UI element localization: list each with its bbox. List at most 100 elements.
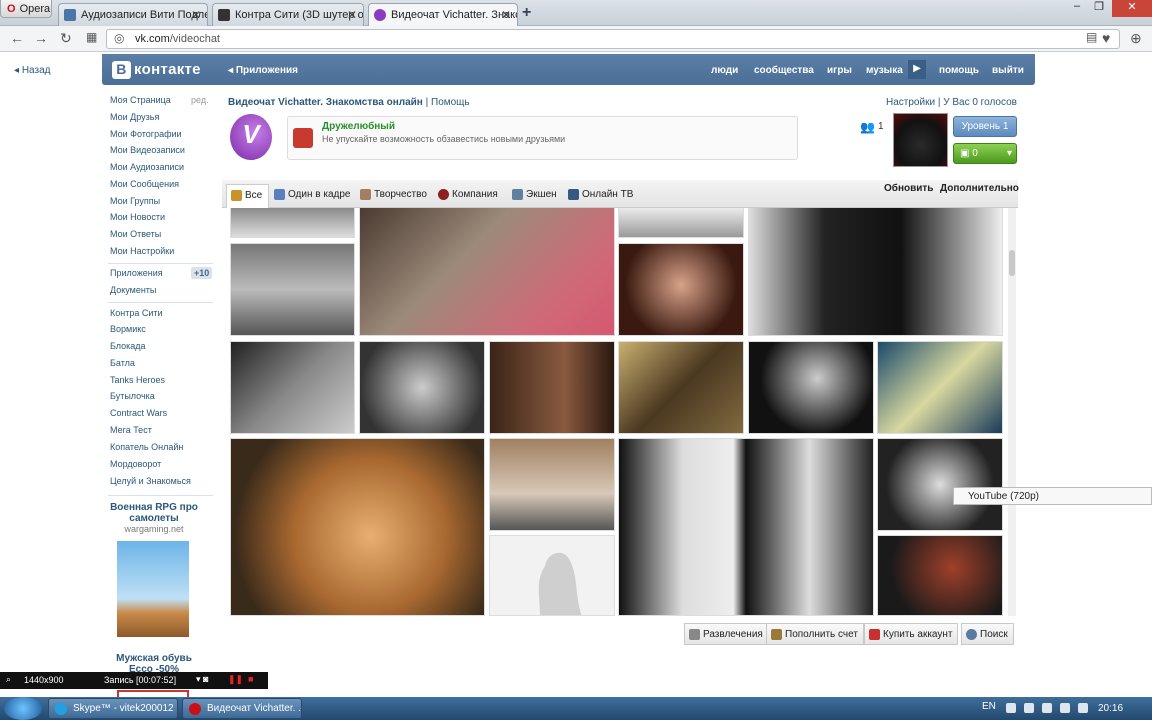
game-link[interactable]: Мордоворот (110, 459, 161, 469)
video-tile[interactable] (618, 438, 874, 616)
settings-link[interactable]: Настройки (886, 97, 935, 108)
nav-communities[interactable]: сообщества (754, 65, 814, 76)
buy-account-button[interactable]: Купить аккаунт (864, 623, 959, 645)
game-link[interactable]: Tanks Heroes (110, 375, 165, 385)
coins-button[interactable]: ▣ 0 ▾ (953, 143, 1017, 164)
network-icon[interactable] (1042, 703, 1052, 713)
zoom-icon[interactable]: ⌕ (6, 674, 11, 685)
video-tile[interactable] (230, 438, 485, 616)
game-link[interactable]: Вормикс (110, 324, 146, 334)
video-tile[interactable] (489, 341, 615, 434)
clock[interactable]: 20:16 (1098, 703, 1123, 714)
search-button[interactable]: Поиск (961, 623, 1014, 645)
heart-icon[interactable]: ♥ (1102, 30, 1110, 46)
nav-help[interactable]: помощь (939, 65, 979, 76)
scrollbar-thumb[interactable] (1009, 250, 1015, 276)
nav-logout[interactable]: выйти (992, 65, 1024, 76)
nav-games[interactable]: игры (827, 65, 852, 76)
app-title[interactable]: Видеочат Vichatter. Знакомства онлайн (228, 97, 423, 108)
menu-friends[interactable]: Мои Друзья (110, 112, 159, 122)
video-tile[interactable] (230, 208, 355, 238)
opera-menu-button[interactable]: O Opera (0, 0, 52, 18)
video-tile[interactable] (359, 208, 615, 336)
video-tile[interactable] (618, 208, 744, 238)
menu-audio[interactable]: Мои Аудиозаписи (110, 162, 184, 172)
vk-logo[interactable]: Вконтакте (112, 61, 201, 79)
close-icon[interactable]: ✕ (191, 8, 201, 22)
menu-groups[interactable]: Мои Группы (110, 196, 160, 206)
download-icon[interactable]: ⊕ (1130, 30, 1142, 47)
new-tab-button[interactable]: + (522, 4, 531, 22)
speed-dial-icon[interactable]: ▦ (86, 30, 97, 44)
ad-airplane-image[interactable] (117, 541, 189, 637)
tab-solo[interactable]: Один в кадре (270, 184, 357, 208)
help-link[interactable]: Помощь (431, 97, 470, 108)
menu-documents[interactable]: Документы (110, 285, 156, 295)
tab-online-tv[interactable]: Онлайн ТВ (564, 184, 639, 208)
tray-icon[interactable] (1006, 703, 1016, 713)
taskbar-skype[interactable]: Skype™ - vitek200012 (48, 698, 178, 719)
more-button[interactable]: Дополнительно (940, 183, 1019, 194)
address-bar[interactable]: vk.com/videochat (106, 29, 1120, 49)
forward-arrow-icon[interactable]: → (34, 30, 48, 46)
refresh-button[interactable]: Обновить (884, 183, 933, 194)
nav-people[interactable]: люди (711, 65, 738, 76)
tab-audio[interactable]: Аудиозаписи Вити Подле ✕ (58, 3, 208, 26)
ad-title[interactable]: Военная RPG про самолеты (108, 502, 200, 524)
start-button[interactable] (4, 697, 42, 720)
nav-music[interactable]: музыка (866, 65, 903, 76)
tab-all[interactable]: Все (226, 184, 270, 208)
apps-link[interactable]: ◂ Приложения (228, 65, 298, 76)
video-tile[interactable] (230, 243, 355, 336)
maximize-icon[interactable]: ❐ (1088, 0, 1110, 17)
menu-apps[interactable]: Приложения (110, 268, 163, 278)
stop-icon[interactable]: ■ (248, 674, 253, 684)
menu-messages[interactable]: Мои Сообщения (110, 179, 179, 189)
user-avatar[interactable] (893, 113, 948, 167)
volume-icon[interactable] (1060, 703, 1070, 713)
tab-company[interactable]: Компания (434, 184, 504, 208)
minimize-icon[interactable]: – (1066, 0, 1088, 17)
top-up-button[interactable]: Пополнить счет (766, 623, 864, 645)
tray-icon[interactable] (1078, 703, 1088, 713)
game-link[interactable]: Контра Сити (110, 308, 163, 318)
video-tile[interactable] (230, 341, 355, 434)
game-link[interactable]: Блокада (110, 341, 146, 351)
reader-icon[interactable]: ▤ (1086, 30, 1097, 44)
camera-icon[interactable]: ▾ ◙ (196, 674, 208, 685)
video-tile[interactable] (748, 341, 874, 434)
tab-kontra[interactable]: Контра Сити (3D шутер о ✕ (212, 3, 364, 26)
game-link[interactable]: Contract Wars (110, 408, 167, 418)
friends-icon[interactable]: 👥 (860, 120, 875, 134)
back-arrow-icon[interactable]: ← (10, 30, 24, 46)
video-tile[interactable] (877, 341, 1003, 434)
close-icon[interactable]: ✕ (347, 8, 357, 22)
menu-photos[interactable]: Мои Фотографии (110, 129, 182, 139)
video-tile[interactable] (359, 341, 485, 434)
back-link[interactable]: ◂ Назад (14, 65, 50, 76)
video-tile[interactable] (748, 208, 1003, 336)
taskbar-opera[interactable]: Видеочат Vichatter. ... (182, 698, 302, 719)
language-indicator[interactable]: EN (982, 701, 996, 712)
menu-answers[interactable]: Мои Ответы (110, 229, 161, 239)
menu-videos[interactable]: Мои Видеозаписи (110, 145, 185, 155)
game-link[interactable]: Мега Тест (110, 425, 152, 435)
reload-icon[interactable]: ↻ (60, 30, 72, 47)
tab-action[interactable]: Экшен (508, 184, 563, 208)
flag-icon[interactable] (1024, 703, 1034, 713)
video-tile[interactable] (618, 243, 744, 336)
menu-my-page[interactable]: Моя Страница (110, 95, 171, 105)
game-link[interactable]: Целуй и Знакомься (110, 476, 191, 486)
pause-icon[interactable]: ❚❚ (228, 674, 243, 685)
video-tile[interactable] (877, 438, 1003, 531)
edit-link[interactable]: ред. (191, 95, 209, 105)
menu-news[interactable]: Мои Новости (110, 212, 165, 222)
video-tile[interactable] (877, 535, 1003, 616)
tab-creative[interactable]: Творчество (356, 184, 433, 208)
tab-videochat[interactable]: Видеочат Vichatter. Знако ✕ (368, 3, 518, 26)
video-tile[interactable] (618, 341, 744, 434)
entertainment-button[interactable]: Развлечения (684, 623, 769, 645)
menu-settings[interactable]: Мои Настройки (110, 246, 174, 256)
play-icon[interactable]: ▶ (908, 60, 926, 79)
close-icon[interactable]: ✕ (501, 8, 511, 22)
